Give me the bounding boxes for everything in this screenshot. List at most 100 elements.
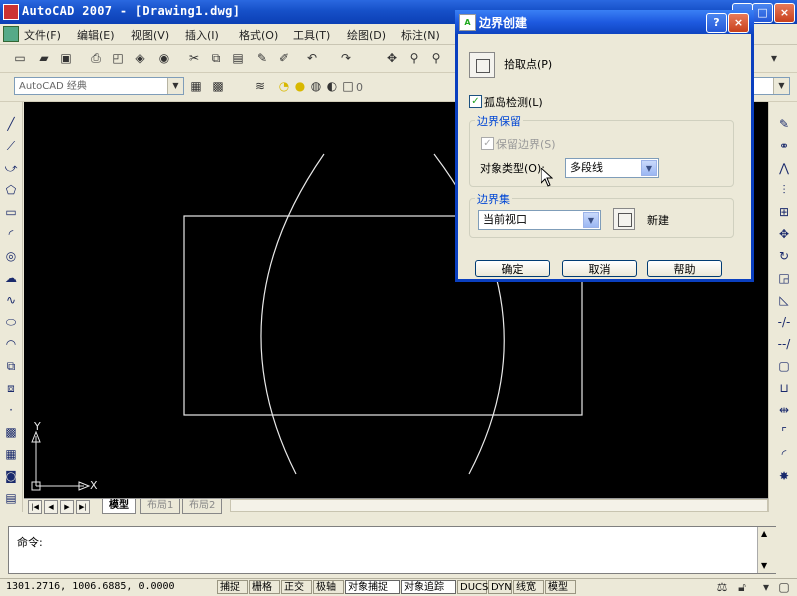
tray-settings-icon[interactable]: ▾ bbox=[758, 579, 774, 595]
tab-prev-icon[interactable]: ◀ bbox=[44, 500, 58, 514]
layer-combo[interactable]: ▼ bbox=[752, 77, 790, 95]
region-icon[interactable]: ◙ bbox=[3, 468, 19, 484]
menu-insert[interactable]: 插入(I) bbox=[185, 27, 219, 43]
zoom-window-icon[interactable]: ⚲ bbox=[428, 50, 444, 66]
layer-color-swatch-icon[interactable]: □ bbox=[340, 78, 356, 94]
new-file-icon[interactable]: ▭ bbox=[12, 50, 28, 66]
menu-dimension[interactable]: 标注(N) bbox=[401, 27, 440, 43]
chevron-down-icon[interactable]: ▼ bbox=[167, 78, 183, 94]
tab-layout2[interactable]: 布局2 bbox=[182, 499, 223, 514]
open-file-icon[interactable]: ▰ bbox=[36, 50, 52, 66]
publish-icon[interactable]: ◈ bbox=[132, 50, 148, 66]
pick-points-button[interactable] bbox=[469, 52, 495, 78]
ellipse-arc-icon[interactable]: ◠ bbox=[3, 336, 19, 352]
workspace-settings-icon[interactable]: ▦ bbox=[188, 78, 204, 94]
workspace-save-icon[interactable]: ▩ bbox=[210, 78, 226, 94]
status-dyn-button[interactable]: DYN bbox=[488, 580, 512, 594]
match-properties-icon[interactable]: ✎ bbox=[254, 50, 270, 66]
hatch-icon[interactable]: ▩ bbox=[3, 424, 19, 440]
arc-icon[interactable]: ◜ bbox=[3, 226, 19, 242]
3d-dwf-icon[interactable]: ◉ bbox=[156, 50, 172, 66]
explode-icon[interactable]: ✸ bbox=[776, 468, 792, 484]
mirror-icon[interactable]: ⋀ bbox=[776, 160, 792, 176]
ellipse-icon[interactable]: ⬭ bbox=[3, 314, 19, 330]
block-editor-icon[interactable]: ✐ bbox=[276, 50, 292, 66]
cursor-coordinates[interactable]: 1301.2716, 1006.6885, 0.0000 bbox=[6, 581, 175, 592]
document-icon[interactable] bbox=[3, 26, 19, 42]
menu-edit[interactable]: 编辑(E) bbox=[77, 27, 115, 43]
sun-icon[interactable]: ● bbox=[292, 78, 308, 94]
line-icon[interactable]: ╱ bbox=[3, 116, 19, 132]
bulb-icon[interactable]: ◔ bbox=[276, 78, 292, 94]
break-icon[interactable]: ⊔ bbox=[776, 380, 792, 396]
lock-icon[interactable]: 🔓︎ bbox=[734, 579, 750, 595]
retain-boundaries-checkbox[interactable]: ✓ bbox=[481, 137, 494, 150]
lock-icon[interactable]: ◍ bbox=[308, 78, 324, 94]
erase-icon[interactable]: ✎ bbox=[776, 116, 792, 132]
break-at-point-icon[interactable]: ▢ bbox=[776, 358, 792, 374]
spline-icon[interactable]: ∿ bbox=[3, 292, 19, 308]
status-snap-button[interactable]: 捕捉 bbox=[217, 580, 248, 594]
island-detection-checkbox[interactable]: ✓ bbox=[469, 95, 482, 108]
close-button[interactable]: × bbox=[774, 3, 795, 23]
save-icon[interactable]: ▣ bbox=[58, 50, 74, 66]
annotation-scale-icon[interactable]: ⚖ bbox=[714, 579, 730, 595]
array-icon[interactable]: ⊞ bbox=[776, 204, 792, 220]
undo-icon[interactable]: ↶ bbox=[304, 50, 320, 66]
tab-first-icon[interactable]: |◀ bbox=[28, 500, 42, 514]
command-scrollbar[interactable]: ▲ ▼ bbox=[757, 527, 776, 573]
status-grid-button[interactable]: 栅格 bbox=[249, 580, 280, 594]
table-icon[interactable]: ▤ bbox=[3, 490, 19, 506]
extend-icon[interactable]: --/ bbox=[776, 336, 792, 352]
help-button[interactable]: 帮助 bbox=[647, 260, 722, 277]
cut-icon[interactable]: ✂ bbox=[186, 50, 202, 66]
paste-icon[interactable]: ▤ bbox=[230, 50, 246, 66]
dialog-help-button[interactable]: ? bbox=[706, 13, 727, 33]
toolbar-dropdown-icon[interactable]: ▾ bbox=[766, 50, 782, 66]
menu-view[interactable]: 视图(V) bbox=[131, 27, 169, 43]
status-polar-button[interactable]: 极轴 bbox=[313, 580, 344, 594]
boundary-set-select[interactable]: 当前视口 ▼ bbox=[478, 210, 601, 230]
status-ducs-button[interactable]: DUCS bbox=[457, 580, 488, 594]
rotate-icon[interactable]: ↻ bbox=[776, 248, 792, 264]
status-osnap-button[interactable]: 对象捕捉 bbox=[345, 580, 400, 594]
tab-last-icon[interactable]: ▶| bbox=[76, 500, 90, 514]
gradient-icon[interactable]: ▦ bbox=[3, 446, 19, 462]
polygon-icon[interactable]: ⬠ bbox=[3, 182, 19, 198]
move-icon[interactable]: ✥ bbox=[776, 226, 792, 242]
menu-tools[interactable]: 工具(T) bbox=[293, 27, 330, 43]
print-preview-icon[interactable]: ◰ bbox=[110, 50, 126, 66]
point-icon[interactable]: · bbox=[3, 402, 19, 418]
tab-next-icon[interactable]: ▶ bbox=[60, 500, 74, 514]
maximize-button[interactable]: □ bbox=[752, 3, 773, 23]
status-otrack-button[interactable]: 对象追踪 bbox=[401, 580, 456, 594]
circle-icon[interactable]: ◎ bbox=[3, 248, 19, 264]
insert-block-icon[interactable]: ⧉ bbox=[3, 358, 19, 374]
menu-format[interactable]: 格式(O) bbox=[239, 27, 278, 43]
make-block-icon[interactable]: ⧈ bbox=[3, 380, 19, 396]
offset-icon[interactable]: ⫶ bbox=[776, 182, 792, 198]
status-lineweight-button[interactable]: 线宽 bbox=[513, 580, 544, 594]
scroll-down-icon[interactable]: ▼ bbox=[761, 561, 767, 570]
trim-icon[interactable]: -/- bbox=[776, 314, 792, 330]
chamfer-icon[interactable]: ⌜ bbox=[776, 424, 792, 440]
horizontal-scrollbar[interactable] bbox=[230, 499, 768, 512]
layer-manager-icon[interactable]: ≋ bbox=[252, 78, 268, 94]
dialog-title-bar[interactable]: A 边界创建 ? × bbox=[455, 10, 754, 34]
status-model-button[interactable]: 模型 bbox=[545, 580, 576, 594]
chevron-down-icon[interactable]: ▼ bbox=[641, 160, 657, 176]
status-ortho-button[interactable]: 正交 bbox=[281, 580, 312, 594]
menu-draw[interactable]: 绘图(D) bbox=[347, 27, 386, 43]
cancel-button[interactable]: 取消 bbox=[562, 260, 637, 277]
ok-button[interactable]: 确定 bbox=[475, 260, 550, 277]
stretch-icon[interactable]: ◺ bbox=[776, 292, 792, 308]
clean-screen-icon[interactable]: ▢ bbox=[776, 579, 792, 595]
command-window[interactable]: 命令: bbox=[8, 526, 776, 574]
construction-line-icon[interactable]: ⟋ bbox=[3, 138, 19, 154]
scale-icon[interactable]: ◲ bbox=[776, 270, 792, 286]
print-icon[interactable]: ⎙ bbox=[88, 50, 104, 66]
chevron-down-icon[interactable]: ▼ bbox=[583, 212, 599, 228]
join-icon[interactable]: ⇹ bbox=[776, 402, 792, 418]
revision-cloud-icon[interactable]: ☁ bbox=[3, 270, 19, 286]
autocad-app-icon[interactable] bbox=[3, 4, 19, 20]
